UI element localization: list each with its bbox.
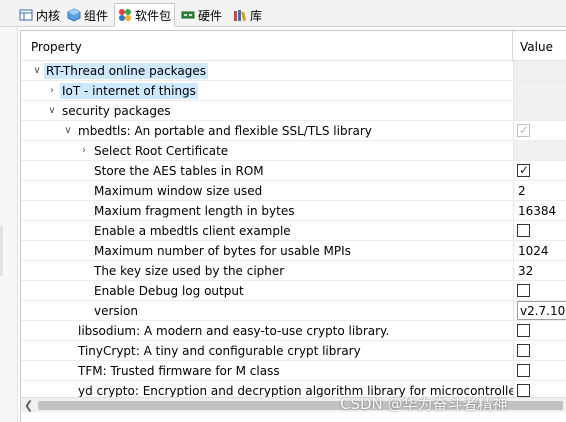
debug-log-checkbox[interactable] — [517, 284, 530, 297]
table-row[interactable]: ∨ RT-Thread online packages — [21, 61, 566, 81]
row-value-cell — [513, 141, 566, 160]
table-row[interactable]: Maximum window size used 2 — [21, 181, 566, 201]
row-value-cell — [513, 321, 566, 340]
version-selected-value: v2.7.10 — [520, 304, 566, 318]
row-label: TFM: Trusted firmware for M class — [78, 364, 280, 378]
tab-packages[interactable]: 软件包 — [114, 3, 176, 27]
hardware-chip-icon — [181, 8, 195, 22]
table-row[interactable]: Maxium fragment length in bytes 16384 — [21, 201, 566, 221]
row-value-cell: v2.7.10 — [513, 301, 566, 320]
library-books-icon — [233, 8, 247, 22]
watermark: CSDN @华为奋斗者精神 — [340, 395, 508, 413]
chevron-right-icon[interactable]: › — [46, 83, 58, 99]
table-row[interactable]: TFM: Trusted firmware for M class — [21, 361, 566, 381]
mpi-bytes-value[interactable]: 1024 — [518, 243, 549, 259]
tab-label: 库 — [250, 8, 263, 23]
row-label: Enable a mbedtls client example — [94, 224, 291, 238]
row-label: Maximum number of bytes for usable MPIs — [94, 244, 351, 258]
row-value-cell[interactable]: 32 — [513, 261, 566, 280]
table-row[interactable]: › Select Root Certificate — [21, 141, 566, 161]
table-row[interactable]: version v2.7.10 — [21, 301, 566, 321]
libsodium-checkbox[interactable] — [517, 324, 530, 337]
tfm-checkbox[interactable] — [517, 364, 530, 377]
tab-label: 硬件 — [198, 8, 223, 23]
table-row[interactable]: The key size used by the cipher 32 — [21, 261, 566, 281]
key-size-value[interactable]: 32 — [518, 263, 533, 279]
column-header-property[interactable]: Property — [31, 40, 82, 54]
table-header: Property Value — [21, 31, 566, 61]
window-size-value[interactable]: 2 — [518, 183, 526, 199]
tinycrypt-checkbox[interactable] — [517, 344, 530, 357]
table-row[interactable]: ∨ security packages — [21, 101, 566, 121]
column-separator[interactable] — [512, 31, 513, 61]
row-label: Maxium fragment length in bytes — [94, 204, 295, 218]
row-value-cell[interactable]: 1024 — [513, 241, 566, 260]
tab-libraries[interactable]: 库 — [230, 4, 265, 26]
chevron-down-icon[interactable]: ∨ — [46, 103, 58, 119]
row-label: version — [94, 304, 138, 318]
row-value-cell — [513, 81, 566, 100]
tab-label: 内核 — [36, 8, 61, 23]
left-sash — [0, 27, 18, 422]
tab-label: 组件 — [84, 8, 109, 23]
property-table: Property Value ∨ RT-Thread online packag… — [20, 30, 566, 422]
table-row[interactable]: TinyCrypt: A tiny and configurable crypt… — [21, 341, 566, 361]
row-value-cell[interactable]: 2 — [513, 181, 566, 200]
table-row[interactable]: ∨ mbedtls: An portable and flexible SSL/… — [21, 121, 566, 141]
row-value-cell — [513, 61, 566, 80]
check-icon: ✓ — [519, 123, 530, 137]
chevron-right-icon[interactable]: › — [78, 143, 90, 159]
table-body: ∨ RT-Thread online packages › IoT - inte… — [21, 61, 566, 401]
version-select[interactable]: v2.7.10 — [517, 301, 566, 320]
row-label: Maximum window size used — [94, 184, 263, 198]
row-value-cell — [513, 341, 566, 360]
row-value-cell — [513, 281, 566, 300]
tab-hardware[interactable]: 硬件 — [178, 4, 225, 26]
tab-components[interactable]: 组件 — [64, 4, 111, 26]
row-label: mbedtls: An portable and flexible SSL/TL… — [78, 124, 372, 138]
row-value-cell — [513, 221, 566, 240]
tab-label: 软件包 — [135, 8, 172, 23]
row-label: security packages — [62, 104, 171, 118]
row-label: Select Root Certificate — [94, 144, 229, 158]
kernel-icon — [19, 8, 33, 22]
row-label: RT-Thread online packages — [44, 63, 209, 79]
row-value-cell[interactable]: 16384 — [513, 201, 566, 220]
table-row[interactable]: › IoT - internet of things — [21, 81, 566, 101]
row-label: Enable Debug log output — [94, 284, 244, 298]
package-icon — [118, 8, 132, 22]
table-row[interactable]: Maximum number of bytes for usable MPIs … — [21, 241, 566, 261]
fragment-length-value[interactable]: 16384 — [518, 203, 556, 219]
yd-crypto-checkbox[interactable] — [517, 384, 530, 397]
component-cube-icon — [67, 8, 81, 22]
row-label: The key size used by the cipher — [94, 264, 285, 278]
row-label: Store the AES tables in ROM — [94, 164, 264, 178]
table-row[interactable]: libsodium: A modern and easy-to-use cryp… — [21, 321, 566, 341]
table-row[interactable]: Enable a mbedtls client example — [21, 221, 566, 241]
sash-marker — [0, 226, 3, 276]
column-header-value[interactable]: Value — [520, 40, 553, 54]
row-value-cell: ✓ — [513, 121, 566, 140]
chevron-down-icon[interactable]: ∨ — [62, 123, 74, 139]
row-value-cell: ✓ — [513, 161, 566, 180]
aes-rom-checkbox[interactable]: ✓ — [517, 163, 530, 177]
row-label: IoT - internet of things — [60, 83, 198, 99]
chevron-down-icon[interactable]: ∨ — [31, 63, 43, 79]
table-row[interactable]: Enable Debug log output — [21, 281, 566, 301]
table-row[interactable]: Store the AES tables in ROM ✓ — [21, 161, 566, 181]
row-label: libsodium: A modern and easy-to-use cryp… — [78, 324, 390, 338]
mbedtls-enable-checkbox[interactable]: ✓ — [517, 123, 530, 137]
tab-kernel[interactable]: 内核 — [16, 4, 63, 26]
scroll-left-arrow-icon[interactable]: ❮ — [24, 398, 36, 413]
row-value-cell — [513, 101, 566, 120]
check-icon: ✓ — [519, 163, 530, 177]
editor-tab-bar: 内核 组件 软件包 硬件 库 — [0, 0, 566, 27]
row-label: TinyCrypt: A tiny and configurable crypt… — [78, 344, 361, 358]
row-value-cell — [513, 361, 566, 380]
client-example-checkbox[interactable] — [517, 224, 530, 237]
